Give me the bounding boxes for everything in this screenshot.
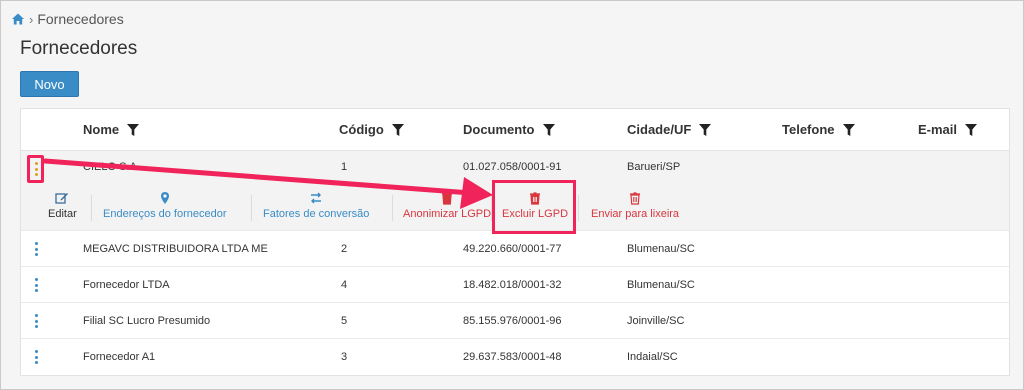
cell-documento: 29.637.583/0001-48 (463, 351, 562, 363)
filter-icon[interactable] (391, 123, 404, 136)
filter-icon[interactable] (699, 123, 712, 136)
pencil-square-icon (55, 191, 69, 205)
suppliers-table: Nome Código Documento Cidade/UF Telefone… (20, 108, 1010, 376)
cell-cidade: Blumenau/SC (627, 243, 695, 255)
table-row[interactable]: Fornecedor LTDA 4 18.482.018/0001-32 Blu… (21, 267, 1009, 303)
addresses-action[interactable]: Endereços do fornecedor (103, 191, 227, 220)
trash-icon (440, 191, 454, 205)
table-row[interactable]: MEGAVC DISTRIBUIDORA LTDA ME 2 49.220.66… (21, 231, 1009, 267)
edit-action[interactable]: Editar (48, 191, 77, 220)
cell-cidade: Blumenau/SC (627, 279, 695, 291)
cell-documento: 85.155.976/0001-96 (463, 315, 562, 327)
separator (392, 195, 393, 221)
separator (578, 195, 579, 221)
vertical-dots-icon[interactable] (32, 312, 40, 330)
cell-nome: MEGAVC DISTRIBUIDORA LTDA ME (83, 243, 268, 255)
cell-codigo: 2 (341, 243, 348, 255)
cell-cidade: Joinville/SC (627, 315, 685, 327)
anonymize-action[interactable]: Anonimizar LGPD (403, 191, 491, 220)
column-header-documento[interactable]: Documento (463, 122, 555, 137)
filter-icon[interactable] (965, 123, 978, 136)
cell-codigo: 1 (341, 161, 348, 173)
vertical-dots-icon[interactable] (32, 276, 40, 294)
separator (251, 195, 252, 221)
trash-icon (628, 191, 642, 205)
highlight-box (492, 180, 576, 234)
filter-icon[interactable] (542, 123, 555, 136)
column-header-cidade[interactable]: Cidade/UF (627, 122, 712, 137)
vertical-dots-icon[interactable] (32, 240, 40, 258)
cell-documento: 49.220.660/0001-77 (463, 243, 562, 255)
cell-documento: 01.027.058/0001-91 (463, 161, 562, 173)
trash-action[interactable]: Enviar para lixeira (591, 191, 679, 220)
separator (91, 195, 92, 221)
vertical-dots-icon[interactable] (32, 160, 40, 178)
cell-nome: CIELO S.A (83, 161, 137, 173)
new-button[interactable]: Novo (20, 71, 79, 97)
breadcrumb: › Fornecedores (11, 11, 124, 27)
home-icon[interactable] (11, 12, 25, 26)
table-row[interactable]: Filial SC Lucro Presumido 5 85.155.976/0… (21, 303, 1009, 339)
vertical-dots-icon[interactable] (32, 348, 40, 366)
column-header-codigo[interactable]: Código (339, 122, 404, 137)
swap-arrows-icon (309, 191, 323, 205)
filter-icon[interactable] (127, 123, 140, 136)
column-header-email[interactable]: E-mail (918, 122, 978, 137)
cell-documento: 18.482.018/0001-32 (463, 279, 562, 291)
table-row[interactable]: Fornecedor A1 3 29.637.583/0001-48 Indai… (21, 339, 1009, 375)
cell-codigo: 5 (341, 315, 348, 327)
chevron-right-icon: › (29, 11, 34, 27)
cell-cidade: Indaial/SC (627, 351, 678, 363)
breadcrumb-current: Fornecedores (37, 11, 124, 27)
cell-codigo: 4 (341, 279, 348, 291)
filter-icon[interactable] (842, 123, 855, 136)
cell-cidade: Barueri/SP (627, 161, 681, 173)
app-frame: › Fornecedores Fornecedores Novo Nome Có… (0, 0, 1024, 390)
cell-nome: Fornecedor LTDA (83, 279, 170, 291)
conversion-action[interactable]: Fatores de conversão (263, 191, 369, 220)
cell-nome: Fornecedor A1 (83, 351, 156, 363)
map-pin-icon (158, 191, 172, 205)
cell-codigo: 3 (341, 351, 348, 363)
column-header-telefone[interactable]: Telefone (782, 122, 855, 137)
page-title: Fornecedores (20, 38, 138, 59)
column-header-nome[interactable]: Nome (83, 122, 140, 137)
cell-nome: Filial SC Lucro Presumido (83, 315, 211, 327)
